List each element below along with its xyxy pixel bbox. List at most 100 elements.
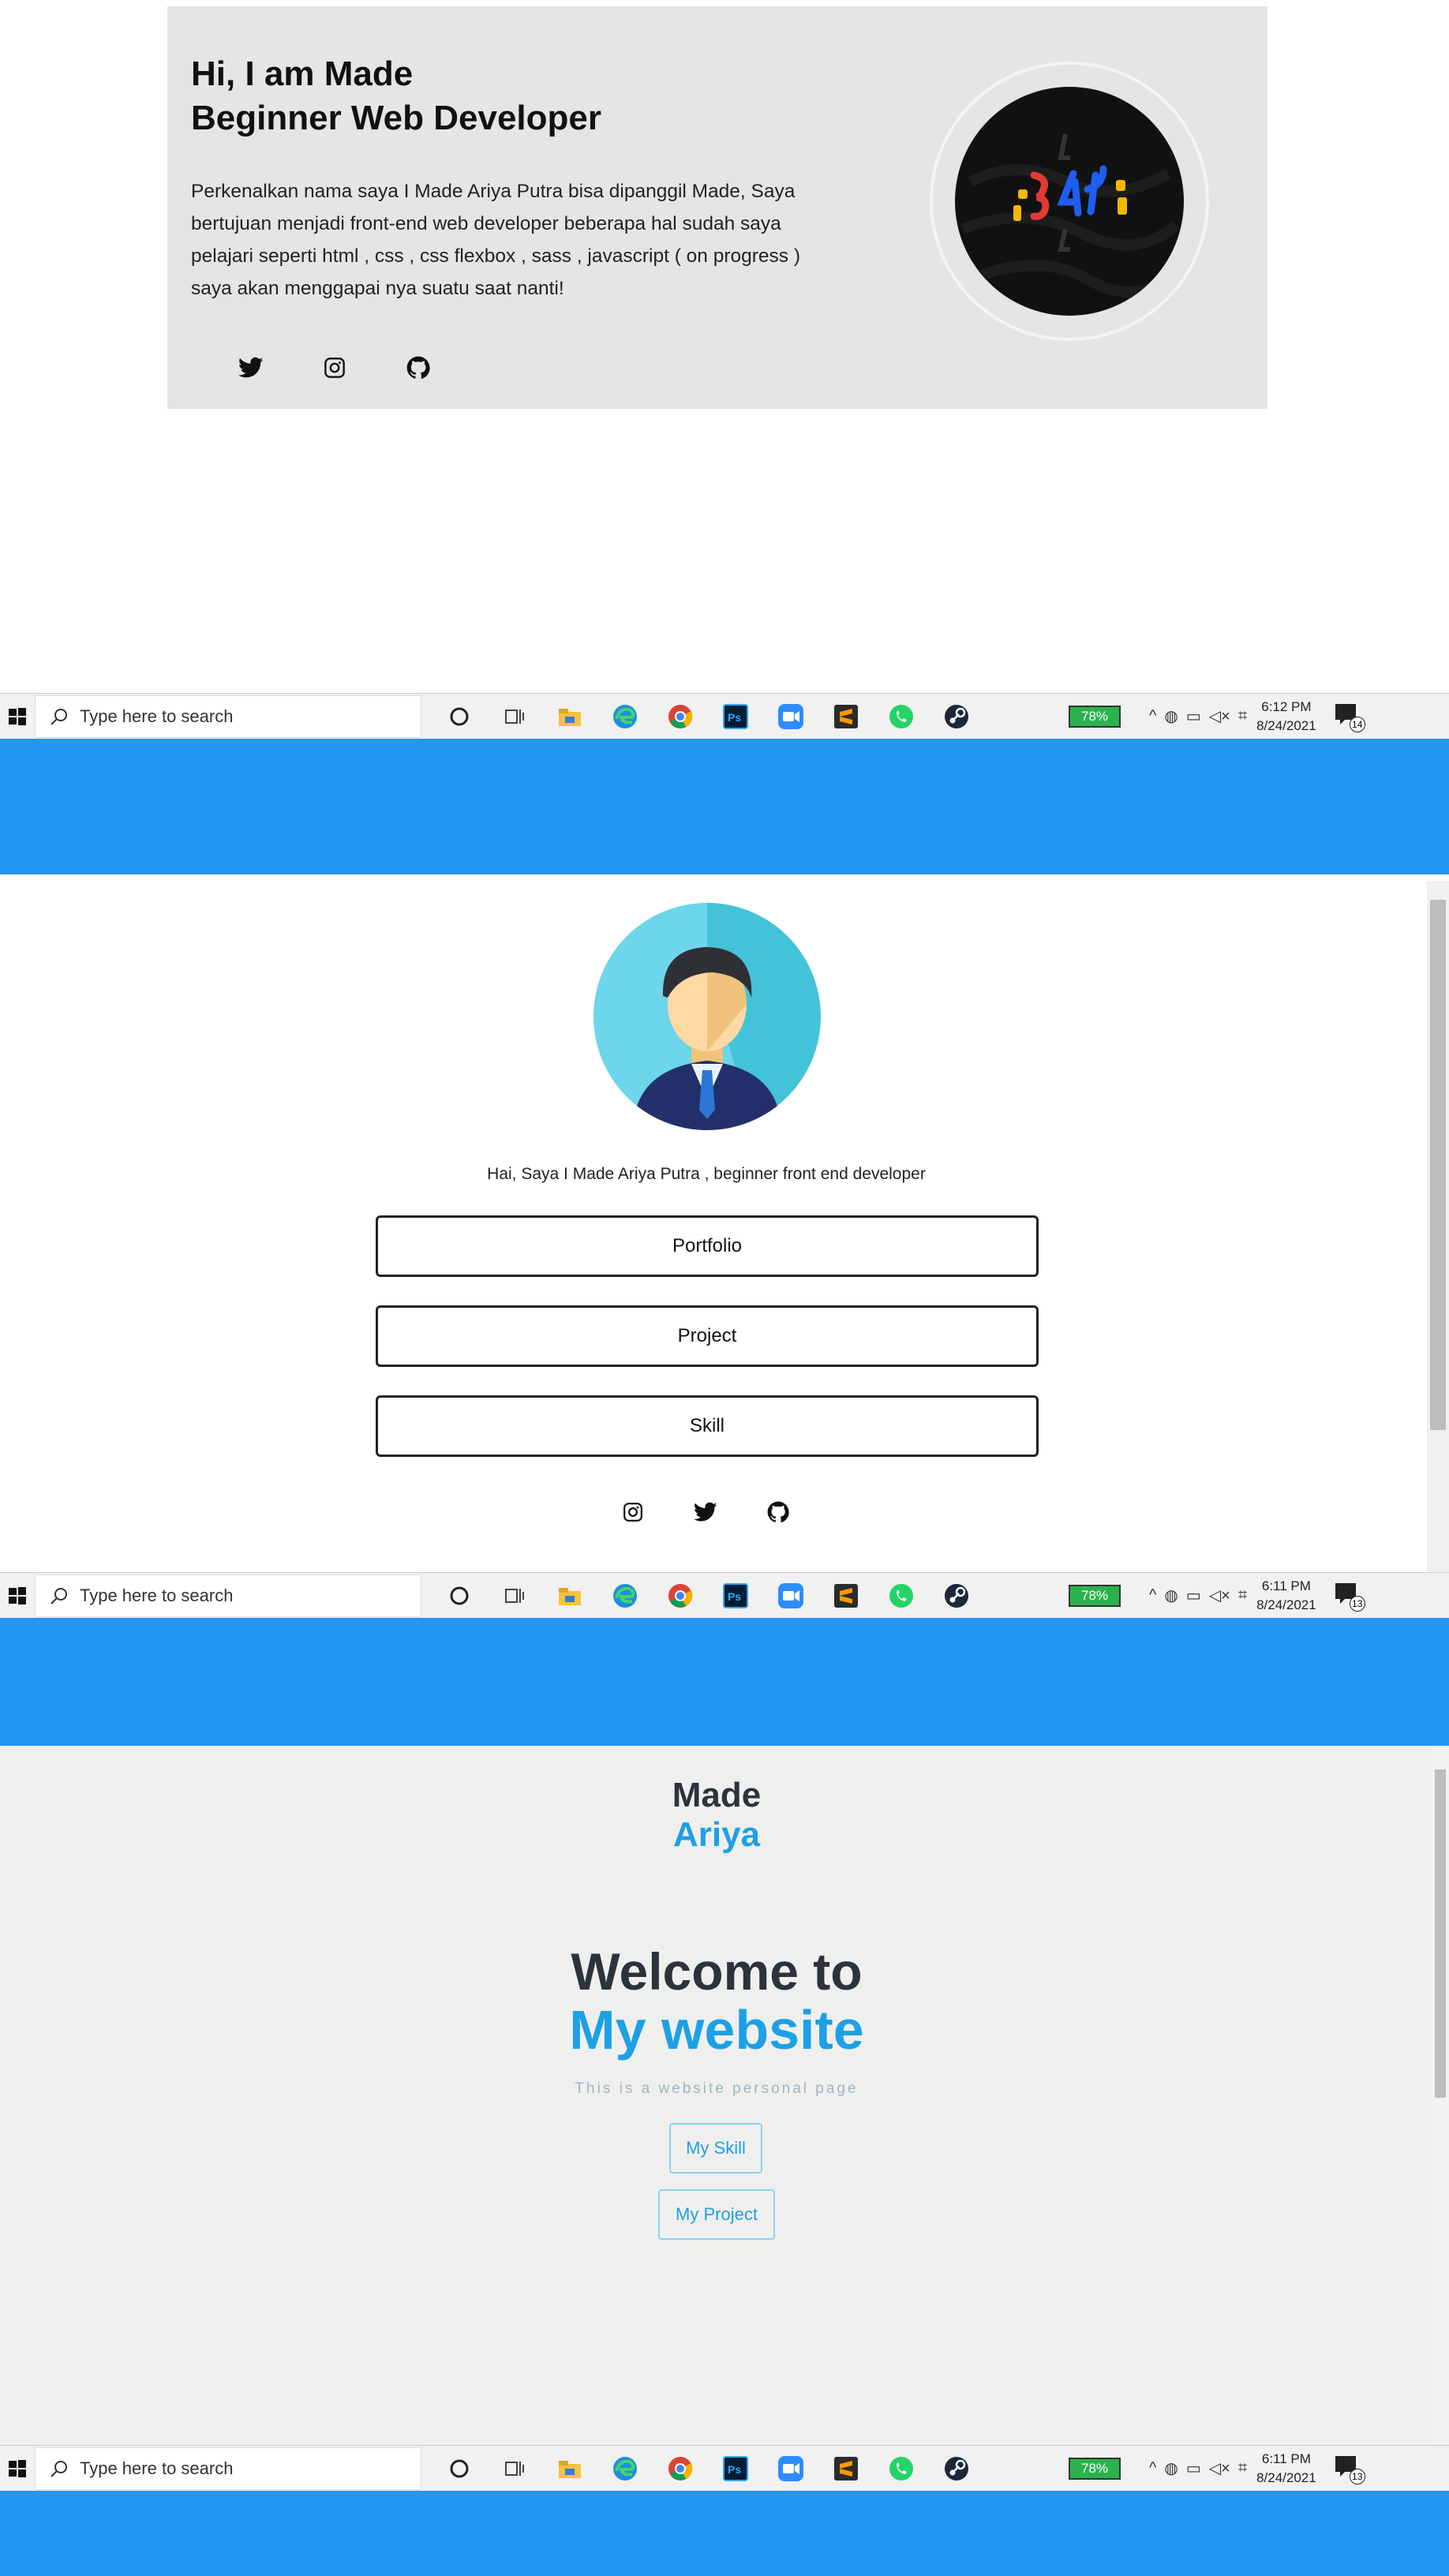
my-skill-button[interactable]: My Skill: [669, 2123, 762, 2174]
notifications-icon[interactable]: 13: [1334, 1580, 1365, 1612]
portfolio-button[interactable]: Portfolio: [376, 1215, 1039, 1277]
taskbar-clock[interactable]: 6:11 PM 8/24/2021: [1256, 1577, 1316, 1615]
taskbar-search-placeholder: Type here to search: [80, 706, 234, 726]
twitter-icon[interactable]: [691, 1498, 720, 1526]
globe-icon[interactable]: ◍: [1164, 1586, 1178, 1605]
welcome-page: Made Ariya Welcome to My website This is…: [0, 1746, 1449, 2445]
sublime-icon[interactable]: [829, 1578, 863, 1613]
cortana-icon[interactable]: [442, 1578, 477, 1613]
language-icon[interactable]: ⌗: [1238, 707, 1247, 725]
cortana-icon[interactable]: [442, 699, 477, 734]
taskbar-search-box[interactable]: Type here to search: [35, 695, 421, 738]
system-tray: ^ ◍ ▭ ◁× ⌗: [1149, 2458, 1247, 2478]
taskbar-search-box[interactable]: Type here to search: [35, 1574, 421, 1617]
chevron-up-icon[interactable]: ^: [1149, 2459, 1156, 2477]
taskbar-search-placeholder: Type here to search: [80, 2458, 234, 2478]
notification-count-badge: 13: [1349, 2468, 1365, 2484]
battery-indicator[interactable]: 78%: [1069, 705, 1121, 728]
blue-separator-band: [0, 2491, 1449, 2576]
instagram-icon[interactable]: [619, 1498, 647, 1526]
photoshop-icon[interactable]: Ps: [718, 699, 753, 734]
blue-separator-band: [0, 1618, 1449, 1746]
project-button[interactable]: Project: [376, 1305, 1039, 1367]
windows-icon: [9, 707, 26, 725]
profile-title-line1: Hi, I am Made: [191, 54, 414, 93]
search-icon: [51, 1587, 67, 1604]
whatsapp-icon[interactable]: [884, 2451, 919, 2486]
taskbar-pinned-apps: Ps: [442, 699, 974, 734]
edge-icon[interactable]: [608, 2451, 642, 2486]
user-avatar: [593, 903, 821, 1130]
task-view-icon[interactable]: [497, 1578, 532, 1613]
globe-icon[interactable]: ◍: [1164, 706, 1178, 726]
page-scrollbar-thumb[interactable]: [1435, 1769, 1446, 2098]
sublime-icon[interactable]: [829, 2451, 863, 2486]
task-view-icon[interactable]: [497, 2451, 532, 2486]
whatsapp-icon[interactable]: [884, 1578, 919, 1613]
zoom-icon[interactable]: [773, 2451, 808, 2486]
link-page-social-links: [619, 1498, 792, 1526]
battery-icon[interactable]: ▭: [1186, 1586, 1201, 1605]
clock-date: 8/24/2021: [1256, 2469, 1316, 2485]
github-icon[interactable]: [404, 354, 432, 382]
whatsapp-icon[interactable]: [884, 699, 919, 734]
notifications-icon[interactable]: 13: [1334, 2453, 1365, 2484]
zoom-icon[interactable]: [773, 1578, 808, 1613]
taskbar-search-box[interactable]: Type here to search: [35, 2447, 421, 2490]
steam-icon[interactable]: [939, 2451, 974, 2486]
taskbar-clock[interactable]: 6:11 PM 8/24/2021: [1256, 2450, 1316, 2488]
brand-name-first[interactable]: Made: [0, 1776, 1433, 1815]
speaker-muted-icon[interactable]: ◁×: [1209, 1586, 1230, 1605]
speaker-muted-icon[interactable]: ◁×: [1209, 2458, 1230, 2478]
edge-icon[interactable]: [608, 1578, 642, 1613]
file-explorer-icon[interactable]: [552, 1578, 587, 1613]
system-tray: ^ ◍ ▭ ◁× ⌗: [1149, 1586, 1247, 1605]
language-icon[interactable]: ⌗: [1238, 1586, 1247, 1604]
github-icon[interactable]: [764, 1498, 792, 1526]
start-button[interactable]: [0, 2446, 35, 2492]
profile-card: Hi, I am Made Beginner Web Developer Per…: [167, 6, 1267, 409]
instagram-icon[interactable]: [320, 354, 349, 382]
file-explorer-icon[interactable]: [552, 2451, 587, 2486]
profile-social-links: [237, 354, 432, 382]
svg-text:Ps: Ps: [728, 711, 741, 724]
edge-icon[interactable]: [608, 699, 642, 734]
brand-name-last[interactable]: Ariya: [0, 1815, 1433, 1855]
skill-button[interactable]: Skill: [376, 1395, 1039, 1457]
chevron-up-icon[interactable]: ^: [1149, 1586, 1156, 1604]
steam-icon[interactable]: [939, 699, 974, 734]
taskbar-clock[interactable]: 6:12 PM 8/24/2021: [1256, 698, 1316, 736]
chrome-icon[interactable]: [663, 2451, 698, 2486]
zoom-icon[interactable]: [773, 699, 808, 734]
search-icon: [51, 2460, 67, 2477]
photoshop-icon[interactable]: Ps: [718, 1578, 753, 1613]
battery-indicator[interactable]: 78%: [1069, 2457, 1121, 2480]
twitter-icon[interactable]: [237, 354, 265, 382]
start-button[interactable]: [0, 1573, 35, 1619]
battery-indicator[interactable]: 78%: [1069, 1584, 1121, 1607]
battery-icon[interactable]: ▭: [1186, 706, 1201, 726]
notifications-icon[interactable]: 14: [1334, 701, 1365, 732]
battery-icon[interactable]: ▭: [1186, 2458, 1201, 2478]
profile-title: Hi, I am Made Beginner Web Developer: [191, 52, 601, 140]
clock-time: 6:12 PM: [1261, 698, 1312, 714]
chevron-up-icon[interactable]: ^: [1149, 707, 1156, 725]
steam-icon[interactable]: [939, 1578, 974, 1613]
my-project-button[interactable]: My Project: [658, 2189, 775, 2240]
windows-taskbar: Type here to search Ps 78% ^ ◍ ▭ ◁× ⌗ 6:…: [0, 2445, 1449, 2491]
speaker-muted-icon[interactable]: ◁×: [1209, 706, 1230, 726]
taskbar-pinned-apps: Ps: [442, 1578, 974, 1613]
start-button[interactable]: [0, 694, 35, 739]
cortana-icon[interactable]: [442, 2451, 477, 2486]
language-icon[interactable]: ⌗: [1238, 2459, 1247, 2477]
file-explorer-icon[interactable]: [552, 699, 587, 734]
sublime-icon[interactable]: [829, 699, 863, 734]
page-scrollbar-thumb[interactable]: [1430, 900, 1446, 1430]
chrome-icon[interactable]: [663, 1578, 698, 1613]
task-view-icon[interactable]: [497, 699, 532, 734]
windows-taskbar: Type here to search Ps 78% ^ ◍ ▭ ◁× ⌗ 6:…: [0, 693, 1449, 739]
chrome-icon[interactable]: [663, 699, 698, 734]
globe-icon[interactable]: ◍: [1164, 2458, 1178, 2478]
photoshop-icon[interactable]: Ps: [718, 2451, 753, 2486]
taskbar-search-placeholder: Type here to search: [80, 1585, 234, 1605]
